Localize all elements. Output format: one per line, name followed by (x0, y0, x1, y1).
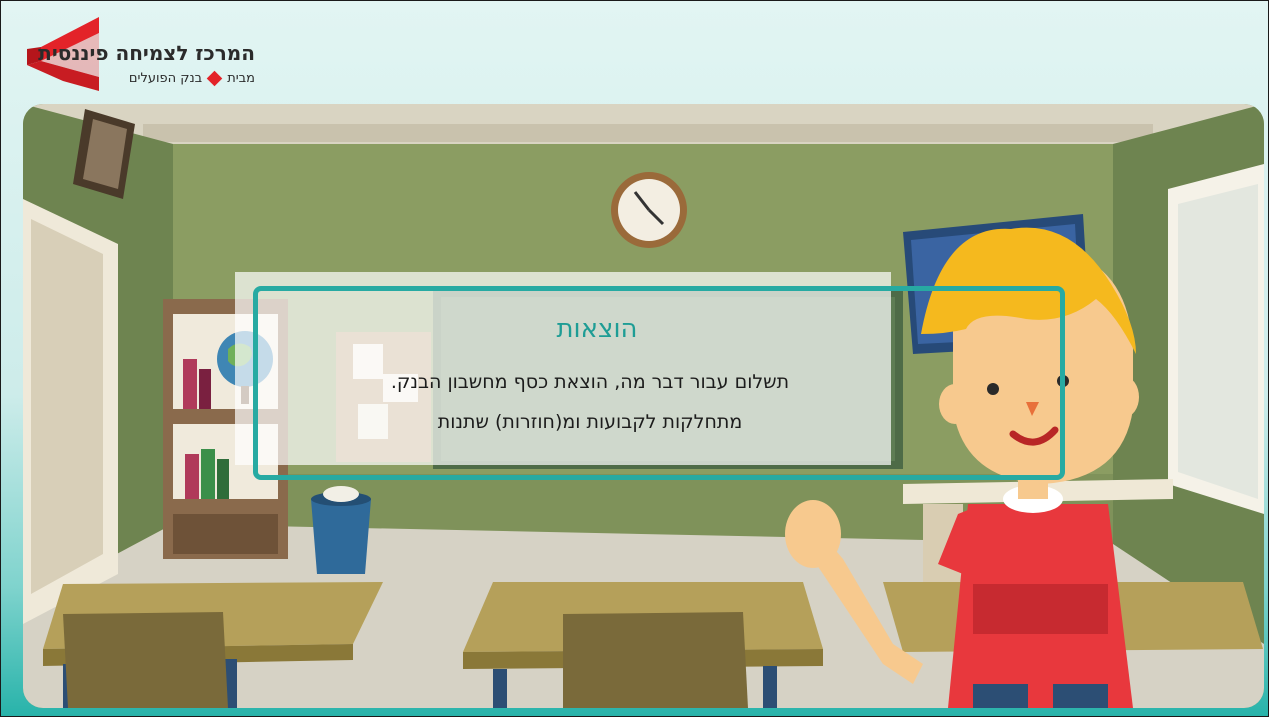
brand-subtitle: מבית בנק הפועלים (128, 70, 255, 87)
brand-logo: המרכז לצמיחה פיננסית מבית בנק הפועלים (23, 15, 263, 93)
trash-bin-icon (311, 486, 371, 574)
slide-frame: המרכז לצמיחה פיננסית מבית בנק הפועלים הו… (0, 0, 1269, 717)
window (1168, 164, 1264, 514)
card-line-2: מתחלקות לקבועות ומ(חוזרות) שתנות (437, 411, 743, 433)
card-title: הוצאות (556, 314, 638, 344)
brand-subtitle-bank: בנק הפועלים (128, 71, 203, 86)
brand-subtitle-prefix: מבית (227, 71, 255, 86)
diamond-icon (206, 70, 223, 87)
card-line-1: תשלום עבור דבר מה, הוצאת כסף מחשבון הבנק… (390, 371, 790, 393)
door (23, 199, 118, 624)
wall-clock-icon (611, 172, 687, 248)
brand-title: המרכז לצמיחה פיננסית (38, 41, 255, 65)
